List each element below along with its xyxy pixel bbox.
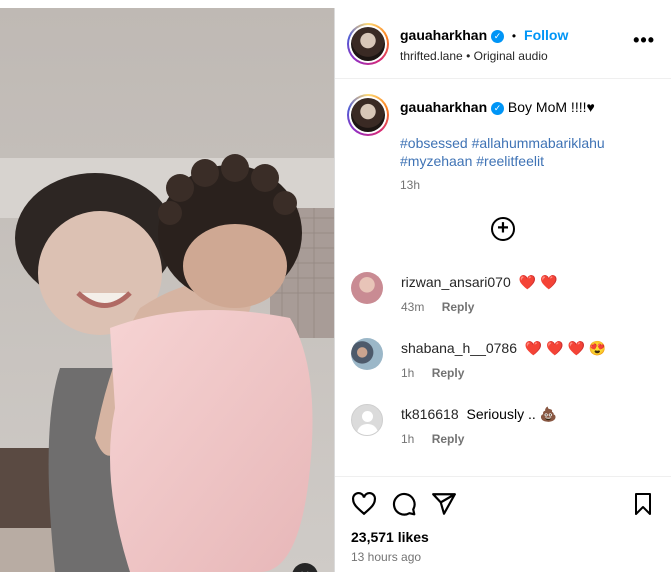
more-options-icon[interactable]: ••• <box>633 30 655 51</box>
caption-author-avatar[interactable] <box>347 94 389 136</box>
send-icon[interactable] <box>431 491 457 517</box>
separator-dot: • <box>511 29 517 43</box>
add-circle-icon[interactable]: + <box>491 217 515 241</box>
likes-count[interactable]: 23,571 likes <box>351 529 429 545</box>
bookmark-icon[interactable] <box>631 491 655 517</box>
comment-item: tk816618 Seriously .. 💩 1h Reply <box>335 400 671 460</box>
comment-text: ❤️ ❤️ ❤️ 😍 <box>524 340 607 356</box>
reply-button[interactable]: Reply <box>442 300 475 314</box>
caption-text: Boy MoM !!!!♥ <box>507 99 595 115</box>
post-age: 13 hours ago <box>351 550 422 564</box>
reel-video[interactable]: ✕ <box>0 8 334 572</box>
comment-time: 1h <box>401 432 415 446</box>
heart-icon[interactable] <box>351 491 377 517</box>
comment-time: 1h <box>401 366 415 380</box>
audio-label-link[interactable]: Original audio <box>474 49 548 63</box>
comment-item: rizwan_ansari070 ❤️ ❤️ 43m Reply <box>335 268 671 328</box>
reply-button[interactable]: Reply <box>432 366 465 380</box>
reel-video-frame <box>0 8 334 572</box>
comment-icon[interactable] <box>391 491 417 517</box>
post-actions: 23,571 likes 13 hours ago <box>335 476 671 572</box>
comment-username[interactable]: tk816618 <box>401 406 459 422</box>
caption-author-username[interactable]: gauaharkhan <box>400 99 487 115</box>
follow-button[interactable]: Follow <box>524 27 568 43</box>
post-panel: gauaharkhan ✓ • Follow thrifted.lane • O… <box>334 8 671 572</box>
author-username[interactable]: gauaharkhan <box>400 27 487 43</box>
author-avatar[interactable] <box>347 23 389 65</box>
commenter-avatar[interactable] <box>351 272 383 304</box>
comment-username[interactable]: shabana_h__0786 <box>401 340 517 356</box>
audio-owner-link[interactable]: thrifted.lane <box>400 49 463 63</box>
reply-button[interactable]: Reply <box>432 432 465 446</box>
post-header: gauaharkhan ✓ • Follow thrifted.lane • O… <box>335 8 671 79</box>
comment-time: 43m <box>401 300 425 314</box>
comment-text: ❤️ ❤️ <box>518 274 558 290</box>
commenter-avatar[interactable] <box>351 404 383 436</box>
hashtags-line-2[interactable]: #myzehaan #reelitfeelit <box>400 152 605 170</box>
caption-verified-badge-icon: ✓ <box>491 101 505 115</box>
comments-scroll-area[interactable]: gauaharkhan ✓ Boy MoM !!!!♥ #obsessed #a… <box>335 80 671 476</box>
commenter-avatar[interactable] <box>351 338 383 370</box>
comment-item: shabana_h__0786 ❤️ ❤️ ❤️ 😍 1h Reply <box>335 334 671 394</box>
hashtags-line-1[interactable]: #obsessed #allahummabariklahu <box>400 134 605 152</box>
comment-username[interactable]: rizwan_ansari070 <box>401 274 511 290</box>
comment-text: Seriously .. 💩 <box>466 406 558 422</box>
audio-separator: • <box>466 49 471 63</box>
caption-timestamp: 13h <box>400 178 421 192</box>
verified-badge-icon: ✓ <box>491 29 505 43</box>
